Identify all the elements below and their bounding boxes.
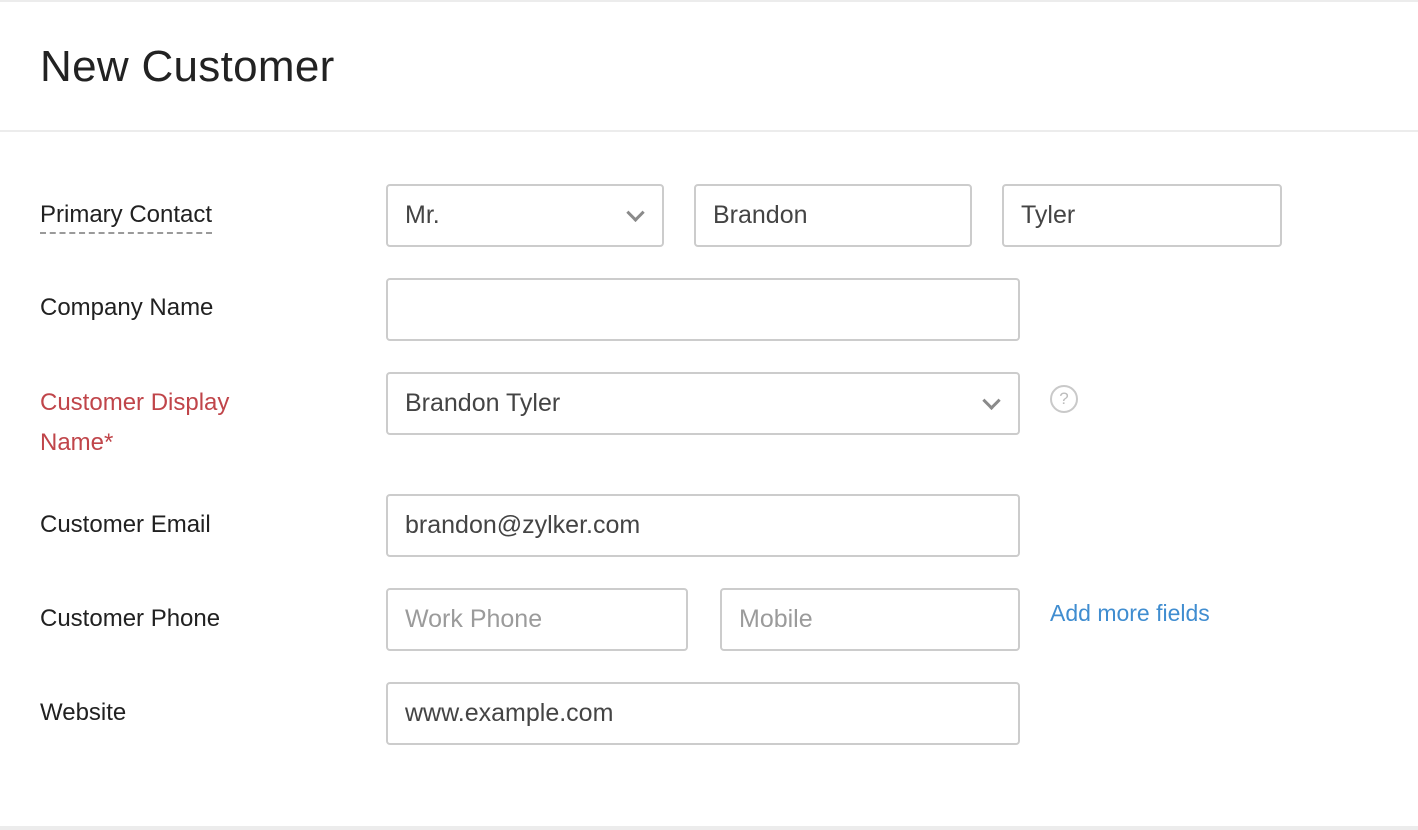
customer-phone-label: Customer Phone [40,605,221,632]
bottom-border [0,826,1418,830]
page-header: New Customer [0,2,1418,132]
first-name-input[interactable] [713,186,970,245]
company-name-field[interactable] [386,278,1020,341]
customer-email-field[interactable] [386,494,1020,557]
last-name-field[interactable] [1002,184,1282,247]
work-phone-input[interactable] [405,590,686,649]
work-phone-field[interactable] [386,588,688,651]
question-circle-icon[interactable]: ? [1050,385,1078,413]
mobile-phone-input[interactable] [739,590,1018,649]
salutation-value: Mr. [405,201,440,229]
add-more-fields-link[interactable]: Add more fields [1050,600,1210,627]
first-name-field[interactable] [694,184,972,247]
company-name-input[interactable] [405,280,1018,339]
display-name-select[interactable]: Brandon Tyler [386,372,1020,435]
website-input[interactable] [405,684,1018,743]
salutation-select[interactable]: Mr. [386,184,664,247]
display-name-value: Brandon Tyler [405,389,561,417]
page-title: New Customer [40,42,335,91]
primary-contact-label[interactable]: Primary Contact [40,195,213,235]
website-label: Website [40,699,127,726]
company-name-label: Company Name [40,294,214,321]
last-name-input[interactable] [1021,186,1280,245]
display-name-label: Customer Display Name* [40,389,230,456]
website-field[interactable] [386,682,1020,745]
customer-email-label: Customer Email [40,511,211,538]
customer-email-input[interactable] [405,496,1018,555]
mobile-phone-field[interactable] [720,588,1020,651]
